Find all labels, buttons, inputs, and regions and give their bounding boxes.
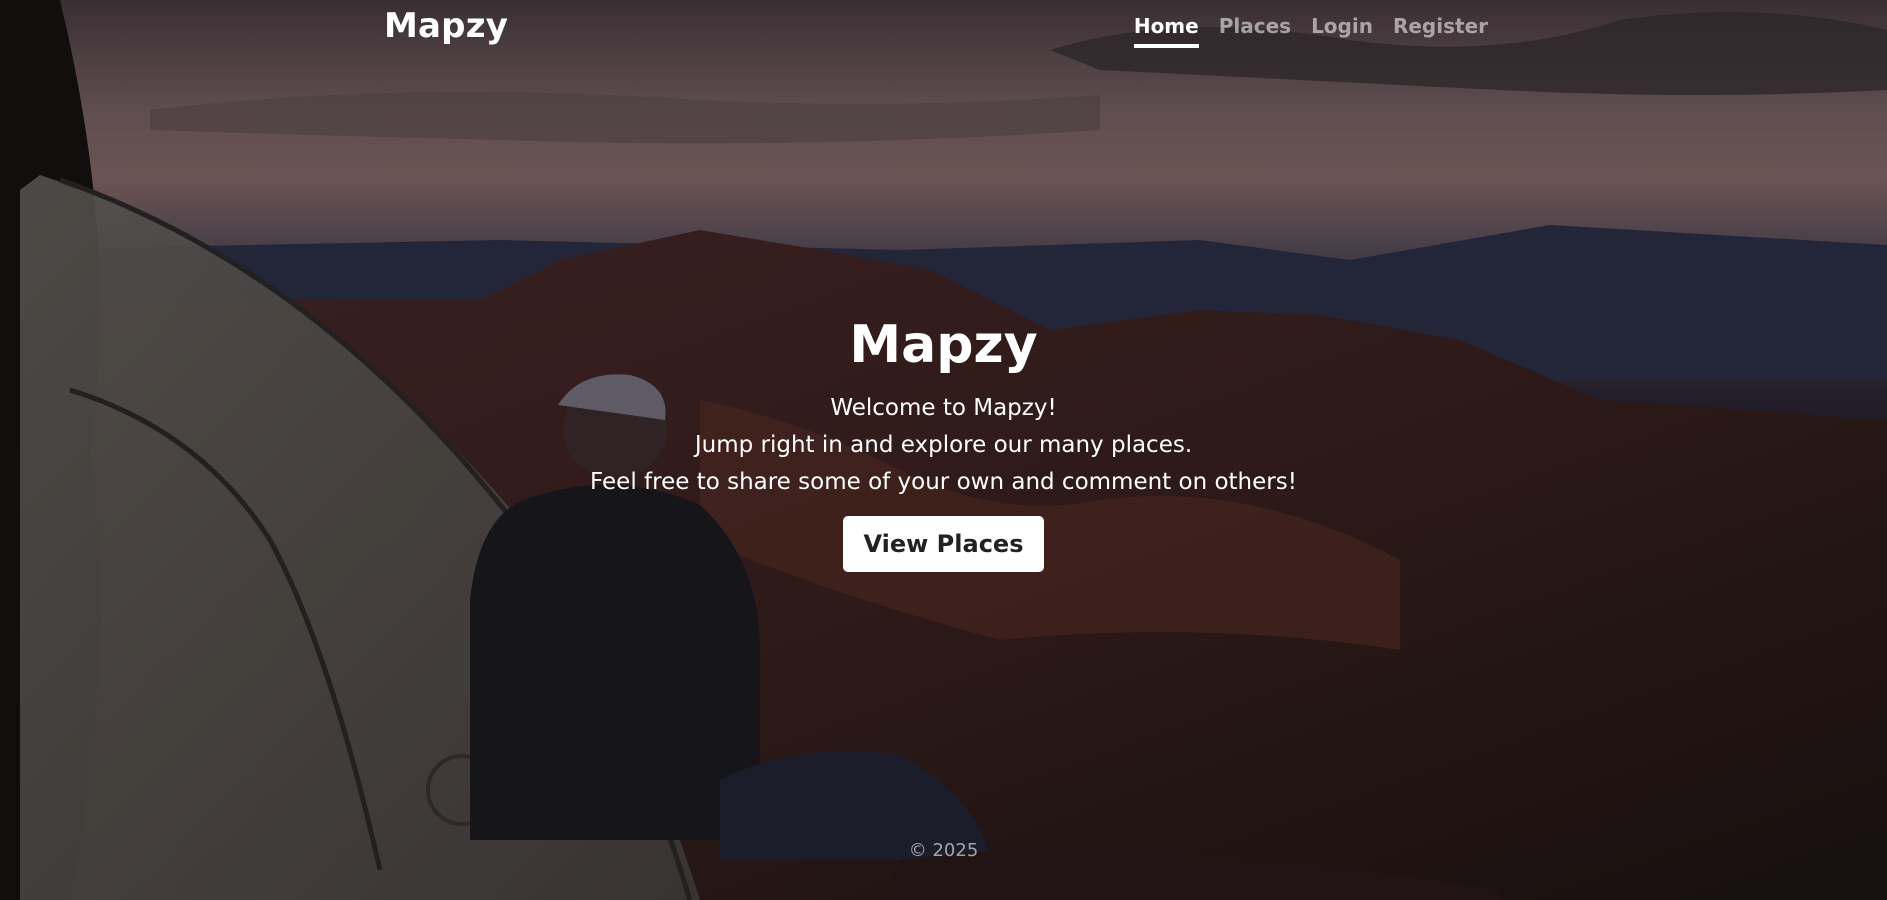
hero-share-line: Feel free to share some of your own and … bbox=[590, 469, 1297, 495]
hero-section: Mapzy Home Places Login Register Mapzy W… bbox=[0, 0, 1887, 900]
nav-links: Home Places Login Register bbox=[1133, 14, 1488, 48]
footer-copyright: © 2025 bbox=[908, 840, 979, 861]
nav-home[interactable]: Home bbox=[1133, 14, 1199, 48]
view-places-button[interactable]: View Places bbox=[842, 516, 1045, 572]
navbar: Mapzy Home Places Login Register bbox=[384, 0, 1504, 60]
nav-register[interactable]: Register bbox=[1393, 14, 1488, 44]
hero-welcome-line: Welcome to Mapzy! bbox=[830, 395, 1057, 421]
hero-title: Mapzy bbox=[849, 315, 1038, 375]
nav-places[interactable]: Places bbox=[1219, 14, 1291, 44]
brand-logo[interactable]: Mapzy bbox=[384, 6, 508, 46]
hero-content: Mapzy Welcome to Mapzy! Jump right in an… bbox=[0, 310, 1887, 572]
hero-explore-line: Jump right in and explore our many place… bbox=[694, 432, 1193, 458]
nav-login[interactable]: Login bbox=[1311, 14, 1373, 44]
